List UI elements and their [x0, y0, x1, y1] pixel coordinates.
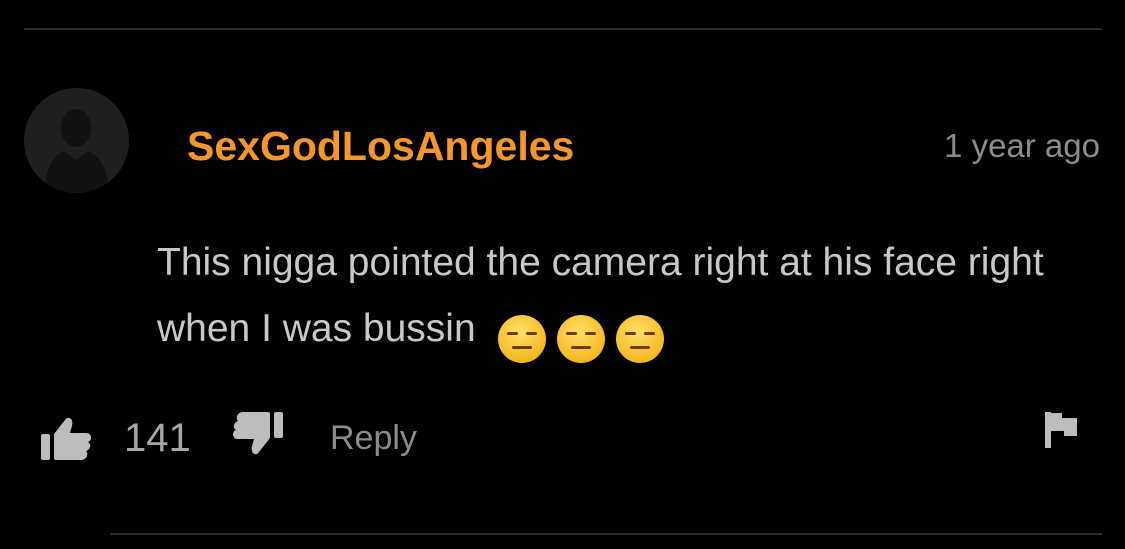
user-silhouette-icon [44, 109, 109, 193]
like-button[interactable] [38, 416, 94, 462]
user-avatar[interactable] [24, 88, 129, 193]
top-divider [24, 28, 1102, 30]
comment-timestamp: 1 year ago [944, 127, 1100, 164]
flag-icon [1045, 412, 1077, 448]
like-count: 141 [124, 416, 191, 460]
thumbs-up-icon [41, 417, 91, 460]
expressionless-face-icon [556, 314, 605, 363]
comment-body: This nigga pointed the camera right at h… [157, 230, 1097, 370]
report-flag-button[interactable] [1040, 410, 1080, 450]
emoji-group [497, 304, 665, 370]
thumbs-down-icon [233, 412, 283, 455]
expressionless-face-icon [615, 314, 664, 363]
dislike-button[interactable] [230, 410, 286, 456]
comment-author[interactable]: SexGodLosAngeles [187, 122, 574, 170]
comment-actions: 141 Reply [38, 410, 1098, 464]
bottom-divider [110, 533, 1102, 535]
expressionless-face-icon [497, 314, 546, 363]
reply-button[interactable]: Reply [330, 418, 417, 458]
